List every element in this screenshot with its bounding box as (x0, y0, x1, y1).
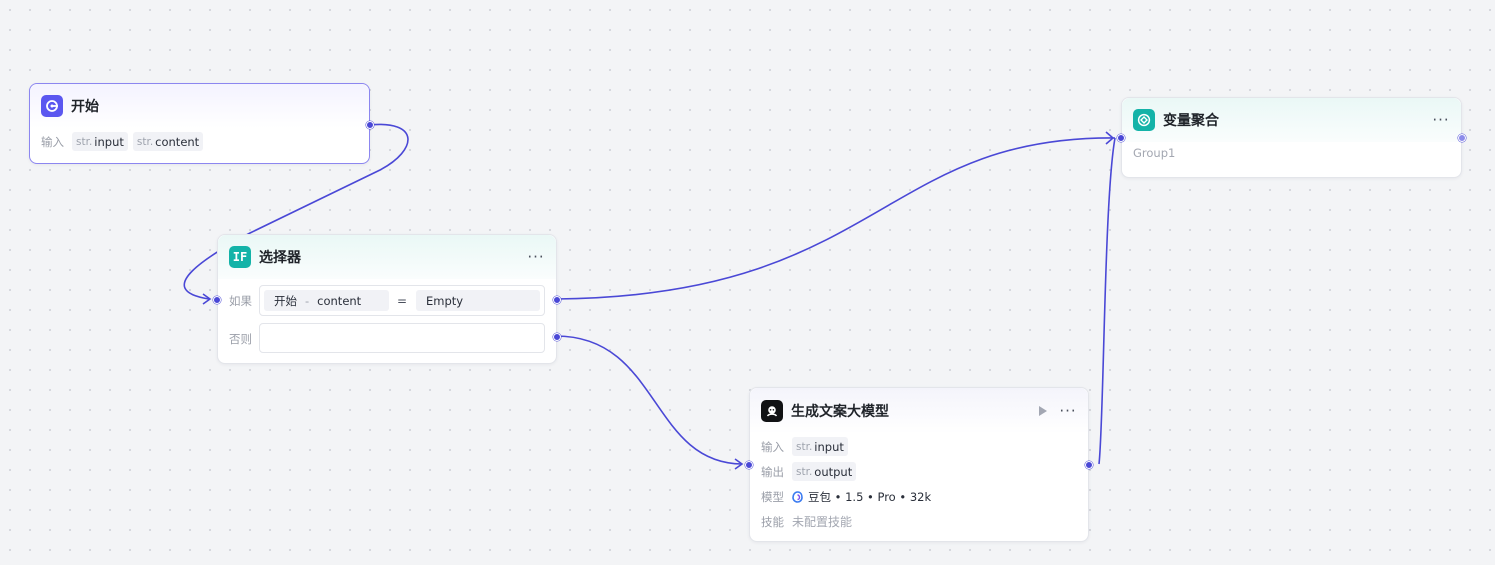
node-title: 开始 (71, 99, 99, 115)
aggregator-output-port[interactable] (1458, 134, 1466, 142)
if-icon: IF (229, 246, 251, 268)
node-title: 选择器 (259, 250, 301, 266)
input-label: 输入 (761, 439, 784, 454)
aggregator-node-header[interactable]: 变量聚合 ··· (1122, 98, 1461, 142)
else-label: 否则 (229, 332, 252, 346)
skill-label: 技能 (761, 514, 784, 529)
variable-chip: str. output (792, 462, 857, 481)
if-output-port[interactable] (553, 296, 561, 304)
start-icon (41, 95, 63, 117)
condition-left-variable[interactable]: 开始 - content (264, 290, 389, 311)
if-condition-box[interactable]: 开始 - content = Empty (259, 285, 545, 316)
model-name: 豆包 • 1.5 • Pro • 32k (808, 489, 932, 504)
edge-selector-if-to-aggregator (555, 137, 1116, 300)
group-label: Group1 (1133, 146, 1176, 160)
llm-input-port[interactable] (745, 461, 753, 469)
doubao-logo-icon (792, 490, 803, 503)
more-menu-icon[interactable]: ··· (1432, 111, 1450, 129)
more-menu-icon[interactable]: ··· (1059, 402, 1077, 420)
group-row: Group1 (1122, 142, 1461, 164)
skill-value: 未配置技能 (792, 515, 853, 529)
aggregator-input-port[interactable] (1117, 134, 1125, 142)
llm-output-row: 输出 str. output (750, 459, 1088, 484)
arrowhead-aggregator-a (1105, 131, 1115, 145)
llm-node[interactable]: 生成文案大模型 ··· 输入 str. input 输出 str. output 模… (745, 387, 1093, 542)
edge-llm-to-aggregator (1098, 137, 1116, 465)
llm-output-port[interactable] (1085, 461, 1093, 469)
condition-right-value[interactable]: Empty (416, 290, 540, 311)
input-label: 输入 (41, 134, 64, 149)
selector-node-header[interactable]: IF 选择器 ··· (218, 235, 556, 279)
more-menu-icon[interactable]: ··· (527, 248, 545, 266)
selector-input-port[interactable] (213, 296, 221, 304)
node-title: 变量聚合 (1163, 113, 1219, 129)
variable-chip: str. input (72, 132, 128, 151)
selector-node[interactable]: IF 选择器 ··· 如果 开始 - content = Empty 否则 (213, 234, 561, 364)
start-output-port[interactable] (366, 121, 374, 129)
llm-node-header[interactable]: 生成文案大模型 ··· (750, 388, 1088, 434)
node-title: 生成文案大模型 (791, 404, 889, 420)
start-input-row: 输入 str. input str. content (30, 128, 369, 155)
llm-model-row: 模型 豆包 • 1.5 • Pro • 32k (750, 484, 1088, 509)
if-label: 如果 (229, 294, 252, 308)
else-branch-box[interactable] (259, 323, 545, 353)
else-output-port[interactable] (553, 333, 561, 341)
condition-operator[interactable]: = (397, 290, 407, 311)
edge-selector-else-to-llm (555, 335, 743, 465)
output-label: 输出 (761, 464, 784, 479)
aggregate-icon (1133, 109, 1155, 131)
llm-skill-row: 技能 未配置技能 (750, 509, 1088, 534)
start-node[interactable]: 开始 输入 str. input str. content (29, 83, 374, 164)
llm-icon (761, 400, 783, 422)
start-node-header[interactable]: 开始 (30, 84, 369, 128)
variable-chip: str. content (132, 132, 204, 151)
llm-input-row: 输入 str. input (750, 434, 1088, 459)
variable-chip: str. input (792, 437, 848, 456)
model-label: 模型 (761, 489, 784, 504)
run-icon[interactable] (1039, 406, 1047, 416)
aggregator-node[interactable]: 变量聚合 ··· Group1 (1117, 97, 1466, 178)
arrowhead-llm (734, 458, 744, 470)
arrowhead-selector (202, 293, 212, 305)
